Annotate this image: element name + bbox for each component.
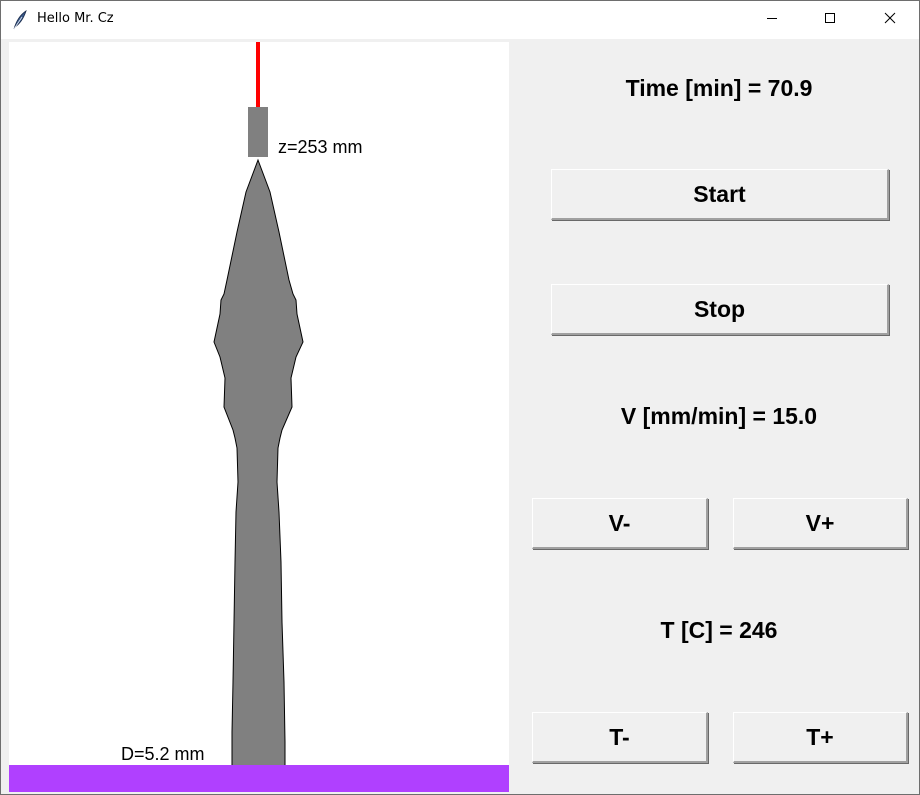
time-readout: Time [min] = 70.9 <box>625 75 813 101</box>
close-button[interactable] <box>861 1 919 39</box>
temperature-decrease-button[interactable]: T- <box>532 712 708 763</box>
velocity-increase-button[interactable]: V+ <box>733 498 908 549</box>
close-icon <box>884 11 896 29</box>
minimize-icon <box>766 11 778 29</box>
app-window: Hello Mr. Cz z=253 mm D=5.2 mm Time [min… <box>0 0 920 795</box>
window-title: Hello Mr. Cz <box>37 11 114 26</box>
diameter-label: D=5.2 mm <box>121 744 205 764</box>
temperature-increase-button[interactable]: T+ <box>733 712 908 763</box>
minimize-button[interactable] <box>743 1 801 39</box>
base-plate <box>9 765 509 792</box>
velocity-decrease-button[interactable]: V- <box>532 498 708 549</box>
title-bar[interactable]: Hello Mr. Cz <box>1 1 919 39</box>
nozzle <box>248 107 268 157</box>
feather-icon <box>11 10 29 30</box>
drawing-canvas: z=253 mm D=5.2 mm <box>9 42 509 792</box>
maximize-icon <box>824 11 836 29</box>
stop-button[interactable]: Stop <box>551 284 889 335</box>
temperature-readout: T [C] = 246 <box>660 617 778 643</box>
z-position-label: z=253 mm <box>278 137 363 157</box>
velocity-readout: V [mm/min] = 15.0 <box>620 403 818 429</box>
fiber-shape <box>213 158 304 767</box>
start-button[interactable]: Start <box>551 169 889 220</box>
maximize-button[interactable] <box>801 1 859 39</box>
